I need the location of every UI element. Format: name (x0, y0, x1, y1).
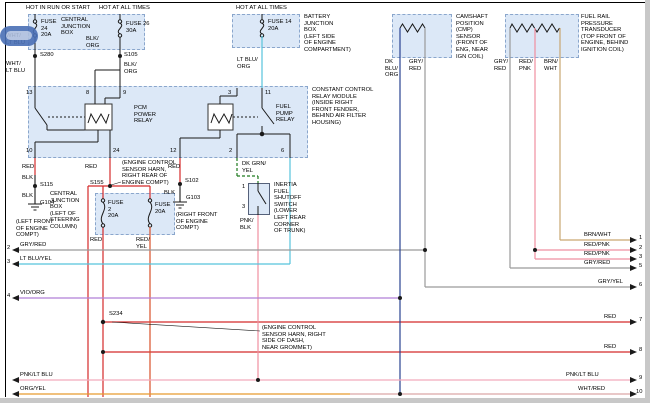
wire-label-gry-red-right: GRY/RED (584, 260, 610, 267)
wire-label-ltblu-yel-left: LT BLU/YEL (20, 256, 52, 263)
header-hot-all-times-2: HOT AT ALL TIMES (236, 5, 287, 12)
splice-s115-label: S115 (40, 182, 53, 189)
page-ref-left-2: 2 (7, 245, 10, 252)
ccrm-pin-12: 12 (170, 148, 176, 155)
ccrm-pin-8: 8 (86, 90, 89, 97)
page-ref-right-5: 5 (639, 263, 642, 270)
wire-label-red-a: RED (22, 164, 34, 171)
ccrm-pin-10: 10 (26, 148, 32, 155)
ecsh-dash-callout: (ENGINE CONTROL SENSOR HARN, RIGHT SIDE … (262, 325, 326, 351)
page-ref-right-6: 6 (639, 282, 642, 289)
ccrm-pin-11: 11 (265, 90, 271, 97)
wire-label-red-pnk-right-2: RED/PNK (584, 251, 610, 258)
page-ref-right-8: 8 (639, 347, 642, 354)
wire-label-blk-org-b: BLK/ ORG (124, 62, 137, 75)
wire-label-pnk-ltblu-right: PNK/LT BLU (566, 372, 599, 379)
wire-label-gry-red-left: GRY/RED (20, 242, 46, 249)
page-ref-right-10: 10 (636, 389, 642, 396)
ground-g104-label: G104 (40, 200, 54, 207)
inertia-pin-bottom: 3 (242, 204, 245, 211)
right-front-label: (RIGHT FRONT OF ENGINE COMPT) (176, 212, 217, 232)
wire-label-gry-yel-right: GRY/YEL (598, 279, 623, 286)
horizontal-scrollbar-track[interactable] (0, 398, 650, 403)
wire-label-blk-a: BLK (22, 175, 33, 182)
fuse-20a-label: FUSE 20A (155, 202, 170, 215)
splice-s280-label: S280 (40, 52, 54, 59)
fuse24-label: FUSE 24 20A (41, 19, 56, 39)
wire-label-blk-org-a: BLK/ ORG (86, 36, 99, 49)
diagram-canvas[interactable]: HOT IN RUN OR START HOT AT ALL TIMES HOT… (0, 0, 650, 403)
splice-s234-label: S234 (109, 311, 123, 318)
header-hot-all-times-1: HOT AT ALL TIMES (99, 5, 150, 12)
fuse14-label: FUSE 14 20A (268, 19, 292, 32)
fuse2-label: FUSE 2 20A (108, 200, 123, 220)
wire-label-wht-red-right: WHT/RED (578, 386, 605, 393)
wire-label-blk-b: BLK (22, 193, 33, 200)
page-ref-right-7: 7 (639, 317, 642, 324)
vertical-scrollbar-track[interactable] (645, 0, 650, 403)
ground-g103-label: G103 (186, 195, 200, 202)
wire-label-org-yel: ORG/YEL (20, 386, 46, 393)
ccrm-pin-13: 13 (26, 90, 32, 97)
wire-label-red-right-2: RED (604, 344, 616, 351)
wire-label-red-b: RED (85, 164, 97, 171)
wire-label-brn-wht-right: BRN/WHT (584, 232, 611, 239)
fuse26-label: FUSE 26 30A (126, 21, 150, 34)
wire-label-red-c: RED (168, 164, 180, 171)
cjb-top-label: CENTRAL JUNCTION BOX (61, 17, 90, 37)
watermark-logo (0, 26, 38, 46)
callout-leader-lines (111, 182, 260, 331)
wire-gray (19, 28, 630, 287)
page-ref-right-9: 9 (639, 375, 642, 382)
pcm-power-relay-label: PCM POWER RELAY (134, 105, 156, 125)
wire-label-pnk-ltblu-left: PNK/LT BLU (20, 372, 53, 379)
inertia-switch-internals (258, 183, 266, 215)
wire-label-blk-c: BLK (164, 190, 175, 197)
splice-s105-label: S105 (124, 52, 138, 59)
fuel-pump-relay-label: FUEL PUMP RELAY (276, 104, 295, 124)
page-ref-right-2: 2 (639, 245, 642, 252)
wire-label-vio-org: VIO/ORG (20, 290, 45, 297)
left-front-label: (LEFT FRONT OF ENGINE COMPT) (16, 219, 54, 239)
cmp-sensor-label: CAMSHAFT POSITION (CMP) SENSOR (FRONT OF… (456, 14, 488, 60)
ccrm-label: CONSTANT CONTROL RELAY MODULE (INSIDE RI… (312, 87, 373, 127)
wire-label-brn-wht-frp: BRN/ WHT (544, 59, 558, 72)
watermark-logo-highlight (6, 31, 32, 40)
battery-junction-box-label: BATTERY JUNCTION BOX (LEFT SIDE OF ENGIN… (304, 14, 351, 54)
wire-label-gry-red-frp: GRY/ RED (494, 59, 508, 72)
wire-label-red-d: RED (90, 237, 102, 244)
inertia-switch-label: INERTIA FUEL SHUTOFF SWITCH (LOWER LEFT … (274, 182, 306, 235)
ccrm-pin-24: 24 (113, 148, 119, 155)
wire-label-pnk-blk: PNK/ BLK (240, 218, 254, 231)
splice-s155-label: S155 (90, 180, 104, 187)
splice-s102-label: S102 (185, 178, 199, 185)
wire-red-power (35, 158, 630, 397)
page-ref-left-3: 3 (7, 259, 10, 266)
cjb-lower-label: CENTRAL JUNCTION BOX (LEFT OF STEERING C… (50, 191, 80, 231)
page-ref-right-3: 3 (639, 254, 642, 261)
page-ref-right-1: 1 (639, 235, 642, 242)
wire-label-red-pnk-frp: RED/ PNK (519, 59, 533, 72)
wire-brn-wht (560, 28, 630, 240)
wire-label-dkgrn-yel: DK GRN/ YEL (242, 161, 266, 174)
ccrm-pin-6: 6 (281, 148, 284, 155)
ccrm-pin-3: 3 (228, 90, 231, 97)
inertia-pin-top: 1 (242, 184, 245, 191)
ccrm-relay-internals (35, 88, 290, 158)
ccrm-pin-2: 2 (229, 148, 232, 155)
wire-label-dkblu-org: DK BLU/ ORG (385, 59, 398, 79)
header-hot-run-start: HOT IN RUN OR START (26, 5, 90, 12)
wire-label-gry-red-cmp: GRY/ RED (409, 59, 423, 72)
frp-transducer-label: FUEL RAIL PRESSURE TRANSDUCER (TOP FRONT… (581, 14, 628, 54)
wire-label-red-right-1: RED (604, 314, 616, 321)
ccrm-pin-9: 9 (123, 90, 126, 97)
wire-label-ltblu-org: LT BLU/ ORG (237, 57, 258, 70)
wire-label-red-pnk-right-1: RED/PNK (584, 242, 610, 249)
wire-label-wht-ltblu-b: WHT/ LT BLU (6, 61, 25, 74)
page-ref-left-4: 4 (7, 293, 10, 300)
page-ref-arrows (12, 237, 637, 397)
wire-label-red-yel: RED/ YEL (136, 237, 150, 250)
